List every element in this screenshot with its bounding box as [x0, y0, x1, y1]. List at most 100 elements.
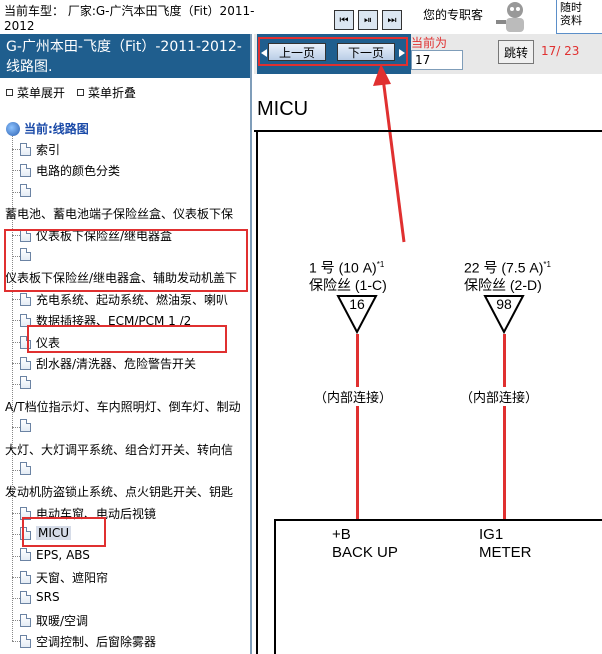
mascot-icon: [496, 2, 524, 32]
fuse-2-rating: 22 号 (7.5 A): [464, 259, 544, 276]
tree-branch-line: [12, 534, 20, 536]
document-icon: [20, 419, 31, 433]
tree-item[interactable]: 索引: [20, 141, 60, 158]
tree-item[interactable]: [20, 419, 36, 433]
tree-item-label: 发动机防盗锁止系统、点火钥匙开关、钥匙: [5, 485, 234, 500]
tree-item[interactable]: SRS: [20, 590, 60, 604]
document-icon: [20, 183, 31, 197]
wire-2: [503, 334, 506, 519]
diagram-panel: 上一页 下一页 当前为 跳转 17/ 23 MICU 1 号 (10 A)*1 …: [254, 34, 602, 654]
tree-branch-line: [12, 512, 20, 514]
annotation-arrow: [373, 64, 406, 243]
menu-controls: 菜单展开 菜单折叠: [0, 78, 250, 107]
micu-box: [274, 519, 602, 654]
tree-section-label[interactable]: 发动机防盗锁止系统、点火钥匙开关、钥匙: [5, 483, 233, 500]
fuse-1-position: 保险丝 (1-C): [309, 276, 387, 293]
tree-item-label: A/T档位指示灯、车内照明灯、倒车灯、制动: [5, 399, 241, 414]
tree-item[interactable]: [20, 376, 36, 390]
tree-branch-line: [12, 598, 20, 600]
fuse-2-position: 保险丝 (2-D): [464, 276, 542, 293]
tree-branch-line: [12, 470, 20, 471]
jump-label: 跳转: [503, 45, 528, 60]
internal-connection-2: （内部连接）: [458, 387, 541, 406]
tree-section-label[interactable]: 蓄电池、蓄电池端子保险丝盒、仪表板下保: [5, 205, 233, 222]
tree-branch-line: [12, 298, 20, 300]
tree-item[interactable]: 空调控制、后窗除雾器: [20, 633, 156, 650]
pin-2-label: IG1 METER: [479, 526, 532, 562]
page-status: 17/ 23: [541, 44, 580, 58]
tree-item-label: 大灯、大灯调平系统、组合灯开关、转向信: [5, 442, 234, 457]
pin-2-desc: METER: [479, 544, 532, 561]
document-icon: [20, 462, 31, 475]
pin-1-desc: BACK UP: [332, 544, 398, 561]
annotation-box: [27, 325, 227, 353]
document-icon: [20, 635, 31, 649]
tree-item[interactable]: [20, 462, 36, 475]
fuse-2-label: 22 号 (7.5 A)*1 保险丝 (2-D): [464, 256, 551, 294]
nav-first-button[interactable]: ⏮: [334, 10, 354, 30]
left-panel: G-广州本田-飞度（Fit）-2011-2012- 线路图. 菜单展开 菜单折叠…: [0, 34, 252, 654]
pin-1-name: +B: [332, 526, 351, 543]
fuse-1-label: 1 号 (10 A)*1 保险丝 (1-C): [309, 256, 387, 294]
corner-text: 随时 资料: [560, 1, 582, 27]
tree-item[interactable]: EPS, ABS: [20, 548, 90, 562]
current-page-label: 当前为: [411, 36, 448, 50]
annotation-box: [258, 37, 408, 66]
tree-item-label: 空调控制、后窗除雾器: [36, 635, 157, 650]
page-bar: 上一页 下一页 当前为 跳转 17/ 23: [254, 34, 602, 74]
tree-branch-line: [12, 363, 20, 364]
tree-item-label: EPS, ABS: [36, 547, 90, 562]
menu-collapse-button[interactable]: 菜单折叠: [77, 84, 136, 101]
tree-section-label[interactable]: A/T档位指示灯、车内照明灯、倒车灯、制动: [5, 398, 241, 415]
tree-branch-line: [12, 555, 20, 557]
tree-item[interactable]: [20, 183, 36, 197]
wire-1: [356, 334, 359, 519]
tree-item[interactable]: 电路的颜色分类: [20, 162, 120, 179]
square-icon: [77, 89, 85, 96]
nav-buttons: ⏮ ⏯ ⏭: [334, 10, 402, 30]
tree-branch-line: [12, 341, 20, 343]
tree-item[interactable]: 充电系统、起动系统、燃油泵、喇叭: [20, 291, 228, 308]
annotation-box: [4, 229, 248, 292]
document-icon: [20, 376, 31, 390]
diagram-left-border: [256, 130, 258, 654]
tree-item-label: 蓄电池、蓄电池端子保险丝盒、仪表板下保: [5, 207, 234, 222]
menu-expand-button[interactable]: 菜单展开: [6, 84, 65, 101]
tree-item-label: SRS: [36, 590, 60, 605]
nav-middle-button[interactable]: ⏯: [358, 10, 378, 30]
document-icon: [20, 590, 31, 604]
fuse-1-number: 16: [349, 296, 365, 312]
tree-item[interactable]: 刮水器/清洗器、危险警告开关: [20, 355, 196, 372]
annotation-box: [22, 517, 106, 547]
tree-item-label: 取暖/空调: [36, 613, 89, 628]
nav-last-button[interactable]: ⏭: [382, 10, 402, 30]
tree-item[interactable]: 天窗、遮阳帘: [20, 569, 108, 586]
tree-section-label[interactable]: 大灯、大灯调平系统、组合灯开关、转向信: [5, 441, 233, 458]
advisor-text: 您的专职客: [423, 8, 484, 22]
pin-1-label: +B BACK UP: [332, 526, 398, 562]
corner-promo: 随时 资料: [556, 0, 602, 34]
document-icon: [20, 571, 31, 584]
tree-branch-line: [12, 641, 20, 643]
skip-back-icon: ⏮: [339, 14, 349, 26]
jump-button[interactable]: 跳转: [498, 40, 534, 64]
document-icon: [20, 292, 31, 306]
square-icon: [6, 89, 13, 96]
diagram-title: MICU: [257, 98, 309, 120]
tree-branch-line: [12, 320, 20, 322]
tree-root[interactable]: 当前:线路图: [6, 120, 89, 137]
fuse-2-number: 98: [496, 296, 512, 312]
fuse-1-note: *1: [376, 260, 385, 269]
fuse-2-note: *1: [543, 260, 551, 269]
current-vehicle-label: 当前车型： 厂家:G-广汽本田飞度（Fit）2011-2012: [4, 4, 255, 33]
tree-branch-line: [12, 149, 20, 150]
tree-branch-line: [12, 619, 20, 621]
document-icon: [20, 613, 31, 627]
tree-branch-line: [12, 384, 20, 386]
tree-item[interactable]: 取暖/空调: [20, 612, 88, 629]
menu-expand-label: 菜单展开: [17, 86, 66, 100]
internal-connection-1: （内部连接）: [312, 387, 395, 406]
document-icon: [20, 164, 31, 178]
tree-item-label: 刮水器/清洗器、危险警告开关: [36, 357, 197, 371]
tree-branch-line: [12, 170, 20, 172]
